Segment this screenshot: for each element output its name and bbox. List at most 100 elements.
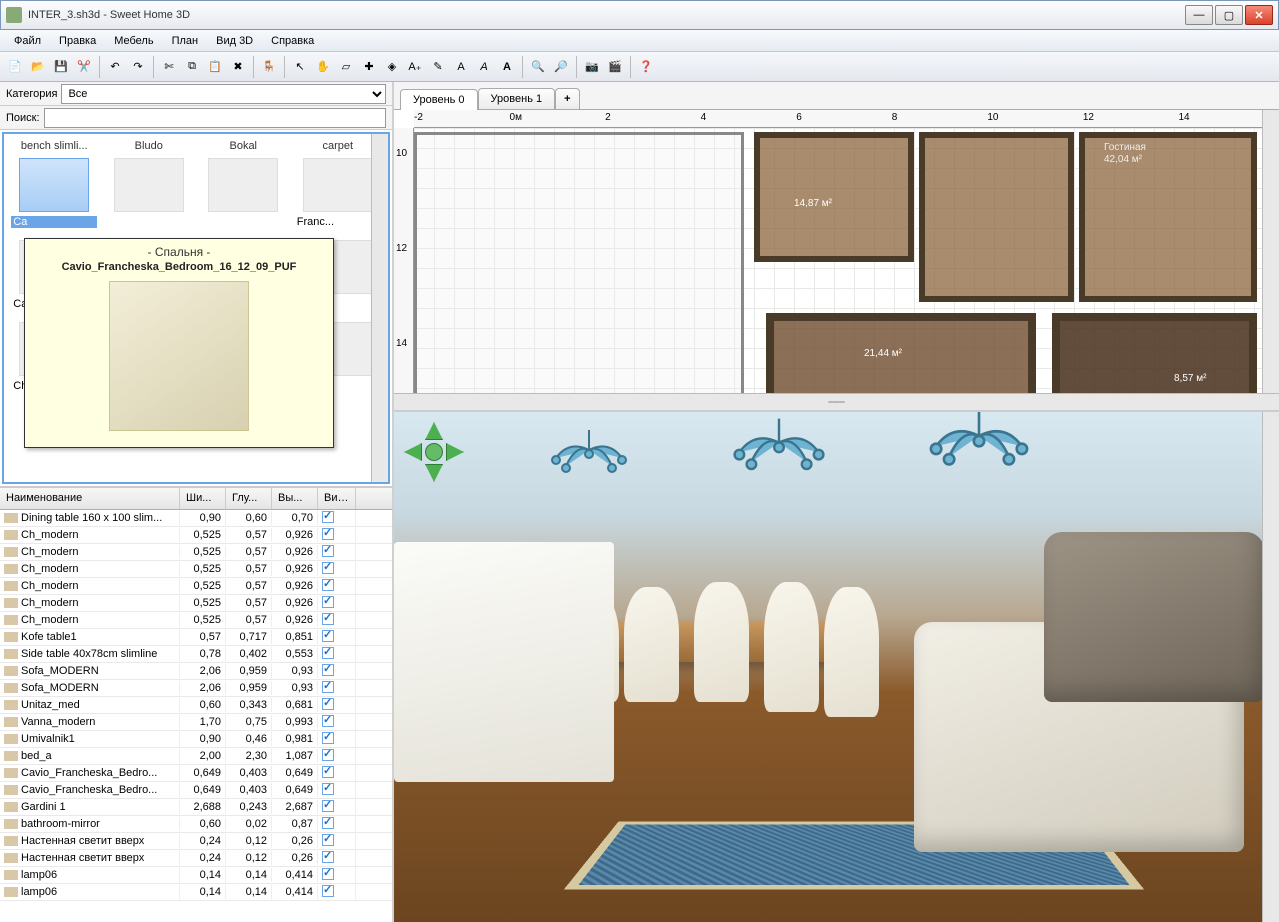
open-file-icon[interactable]: 📂 (27, 56, 49, 78)
cell-visible[interactable] (318, 833, 356, 850)
create-wall-icon[interactable]: ▱ (335, 56, 357, 78)
view3d-scrollbar[interactable] (1262, 412, 1279, 922)
checkbox-icon[interactable] (322, 579, 334, 591)
checkbox-icon[interactable] (322, 511, 334, 523)
cell-visible[interactable] (318, 714, 356, 731)
view-3d[interactable] (394, 412, 1279, 922)
table-row[interactable]: Ch_modern0,5250,570,926 (0, 595, 392, 612)
cell-visible[interactable] (318, 731, 356, 748)
checkbox-icon[interactable] (322, 800, 334, 812)
save-icon[interactable]: 💾 (50, 56, 72, 78)
menu-План[interactable]: План (164, 32, 207, 50)
checkbox-icon[interactable] (322, 749, 334, 761)
table-row[interactable]: Ch_modern0,5250,570,926 (0, 612, 392, 629)
create-dimension-icon[interactable]: A₊ (404, 56, 426, 78)
nav-up-icon[interactable] (425, 422, 443, 440)
text-style-icon[interactable]: A (473, 56, 495, 78)
level-tab[interactable]: Уровень 1 (478, 88, 556, 109)
create-label-icon[interactable]: ✎ (427, 56, 449, 78)
table-row[interactable]: Ch_modern0,5250,570,926 (0, 544, 392, 561)
catalog-item[interactable]: bench slimli...Ca (8, 138, 101, 230)
table-row[interactable]: Umivalnik10,900,460,981 (0, 731, 392, 748)
text-bold-icon[interactable]: A (496, 56, 518, 78)
checkbox-icon[interactable] (322, 528, 334, 540)
menu-Мебель[interactable]: Мебель (106, 32, 161, 50)
cell-visible[interactable] (318, 578, 356, 595)
cell-visible[interactable] (318, 629, 356, 646)
checkbox-icon[interactable] (322, 596, 334, 608)
add-level-button[interactable]: + (555, 88, 579, 109)
minimize-button[interactable]: — (1185, 5, 1213, 25)
checkbox-icon[interactable] (322, 647, 334, 659)
plan-view[interactable]: -20м246810121416 101214 14,87 м² Гостина… (394, 110, 1279, 412)
new-file-icon[interactable]: 📄 (4, 56, 26, 78)
menu-Правка[interactable]: Правка (51, 32, 104, 50)
menu-Файл[interactable]: Файл (6, 32, 49, 50)
cell-visible[interactable] (318, 544, 356, 561)
table-row[interactable]: Ch_modern0,5250,570,926 (0, 578, 392, 595)
nav-center-icon[interactable] (425, 443, 443, 461)
undo-icon[interactable]: ↶ (104, 56, 126, 78)
table-row[interactable]: bathroom-mirror0,600,020,87 (0, 816, 392, 833)
plan-vertical-scrollbar[interactable] (1262, 110, 1279, 393)
nav-right-icon[interactable] (446, 443, 464, 461)
table-row[interactable]: Sofa_MODERN2,060,9590,93 (0, 663, 392, 680)
table-row[interactable]: bed_a2,002,301,087 (0, 748, 392, 765)
table-row[interactable]: Dining table 160 x 100 slim...0,900,600,… (0, 510, 392, 527)
checkbox-icon[interactable] (322, 681, 334, 693)
plan-horizontal-scrollbar[interactable]: ⎯⎯⎯ (394, 393, 1279, 410)
cell-visible[interactable] (318, 884, 356, 901)
catalog-item[interactable]: Bokal (197, 138, 290, 230)
checkbox-icon[interactable] (322, 698, 334, 710)
table-row[interactable]: Cavio_Francheska_Bedro...0,6490,4030,649 (0, 782, 392, 799)
cell-visible[interactable] (318, 646, 356, 663)
table-row[interactable]: Cavio_Francheska_Bedro...0,6490,4030,649 (0, 765, 392, 782)
level-tab[interactable]: Уровень 0 (400, 89, 478, 110)
copy-icon[interactable]: ⧉ (181, 56, 203, 78)
checkbox-icon[interactable] (322, 834, 334, 846)
cell-visible[interactable] (318, 561, 356, 578)
table-row[interactable]: Side table 40x78cm slimline0,780,4020,55… (0, 646, 392, 663)
checkbox-icon[interactable] (322, 562, 334, 574)
catalog-scrollbar[interactable] (371, 134, 388, 482)
redo-icon[interactable]: ↷ (127, 56, 149, 78)
select-tool-icon[interactable]: ↖ (289, 56, 311, 78)
cell-visible[interactable] (318, 510, 356, 527)
cut-icon[interactable]: ✄ (158, 56, 180, 78)
table-row[interactable]: Ch_modern0,5250,570,926 (0, 561, 392, 578)
search-input[interactable] (44, 108, 386, 128)
table-row[interactable]: Настенная светит вверх0,240,120,26 (0, 850, 392, 867)
add-furniture-icon[interactable]: 🪑 (258, 56, 280, 78)
checkbox-icon[interactable] (322, 868, 334, 880)
text-tool-icon[interactable]: A (450, 56, 472, 78)
video-icon[interactable]: 🎬 (604, 56, 626, 78)
create-polyline-icon[interactable]: ◈ (381, 56, 403, 78)
pan-tool-icon[interactable]: ✋ (312, 56, 334, 78)
cell-visible[interactable] (318, 612, 356, 629)
table-row[interactable]: Настенная светит вверх0,240,120,26 (0, 833, 392, 850)
catalog-item[interactable]: Bludo (103, 138, 196, 230)
checkbox-icon[interactable] (322, 817, 334, 829)
table-header[interactable]: Наименование (0, 488, 180, 509)
table-header[interactable]: Види... (318, 488, 356, 509)
table-header[interactable]: Ши... (180, 488, 226, 509)
preferences-icon[interactable]: ✂️ (73, 56, 95, 78)
cell-visible[interactable] (318, 527, 356, 544)
table-row[interactable]: Unitaz_med0,600,3430,681 (0, 697, 392, 714)
zoom-in-icon[interactable]: 🔍 (527, 56, 549, 78)
plan-left-outline[interactable] (414, 132, 744, 402)
floor-plan[interactable]: 14,87 м² Гостиная 42,04 м² 21,44 м² 8,57… (414, 128, 1262, 393)
cell-visible[interactable] (318, 595, 356, 612)
close-button[interactable]: ✕ (1245, 5, 1273, 25)
cell-visible[interactable] (318, 782, 356, 799)
table-header[interactable]: Глу... (226, 488, 272, 509)
checkbox-icon[interactable] (322, 613, 334, 625)
cell-visible[interactable] (318, 680, 356, 697)
paste-icon[interactable]: 📋 (204, 56, 226, 78)
cell-visible[interactable] (318, 850, 356, 867)
table-row[interactable]: Ch_modern0,5250,570,926 (0, 527, 392, 544)
cell-visible[interactable] (318, 799, 356, 816)
cell-visible[interactable] (318, 697, 356, 714)
maximize-button[interactable]: ▢ (1215, 5, 1243, 25)
table-row[interactable]: Kofe table10,570,7170,851 (0, 629, 392, 646)
